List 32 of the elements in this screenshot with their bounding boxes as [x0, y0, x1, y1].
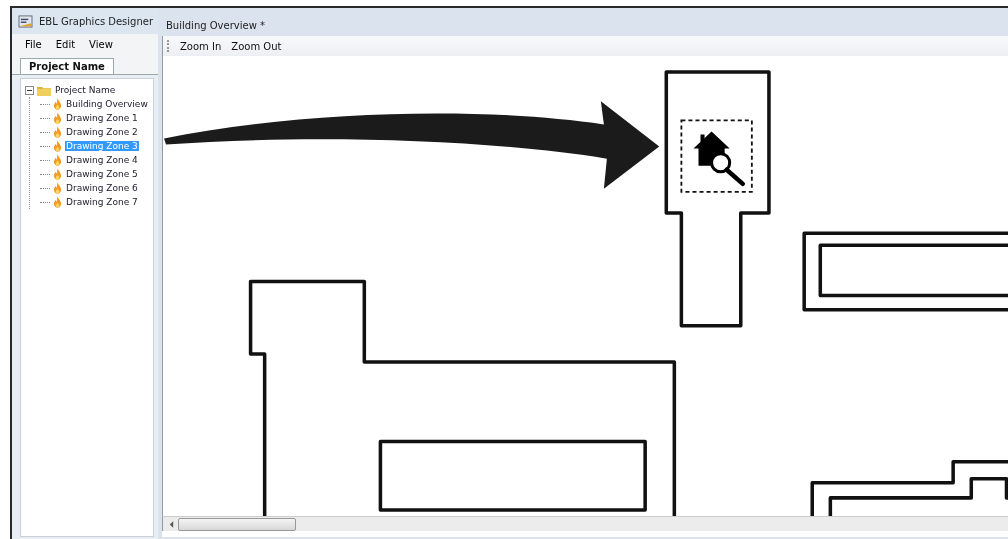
toolbar-button[interactable]: Zoom In	[176, 40, 226, 52]
document-title: Building Overview *	[166, 19, 265, 31]
flame-icon	[53, 140, 62, 152]
flame-icon	[53, 196, 62, 208]
menu-item[interactable]: Edit	[50, 38, 81, 50]
tree-item[interactable]: Drawing Zone 7	[65, 197, 139, 207]
flame-icon	[53, 182, 62, 194]
tree-item[interactable]: Drawing Zone 5	[65, 169, 139, 179]
flame-icon	[53, 154, 62, 166]
flame-icon	[53, 98, 62, 110]
tree-item[interactable]: Building Overview	[65, 99, 149, 109]
folder-icon	[37, 84, 51, 96]
flame-icon	[53, 126, 62, 138]
app-icon	[18, 14, 33, 28]
flame-icon	[53, 112, 62, 124]
scrollbar-thumb[interactable]	[178, 517, 296, 531]
tab[interactable]: Project Name	[20, 58, 114, 74]
menu-item[interactable]: View	[84, 38, 118, 50]
tree-item[interactable]: Drawing Zone 6	[65, 183, 139, 193]
flame-icon	[53, 168, 62, 180]
selection-box[interactable]	[680, 119, 753, 193]
tree-item[interactable]: Drawing Zone 4	[65, 155, 139, 165]
scroll-left-icon[interactable]	[169, 520, 174, 528]
horizontal-scrollbar[interactable]	[162, 516, 1008, 531]
collapse-icon[interactable]	[25, 85, 34, 95]
app-title: EBL Graphics Designer	[39, 15, 154, 27]
tree-item[interactable]: Project Name	[54, 85, 117, 95]
house-search-icon[interactable]	[693, 131, 746, 187]
tree-item[interactable]: Drawing Zone 2	[65, 127, 139, 137]
menu-item[interactable]: File	[20, 38, 47, 50]
toolbar-button[interactable]: Zoom Out	[227, 40, 286, 52]
tree-item[interactable]: Drawing Zone 1	[65, 113, 139, 123]
